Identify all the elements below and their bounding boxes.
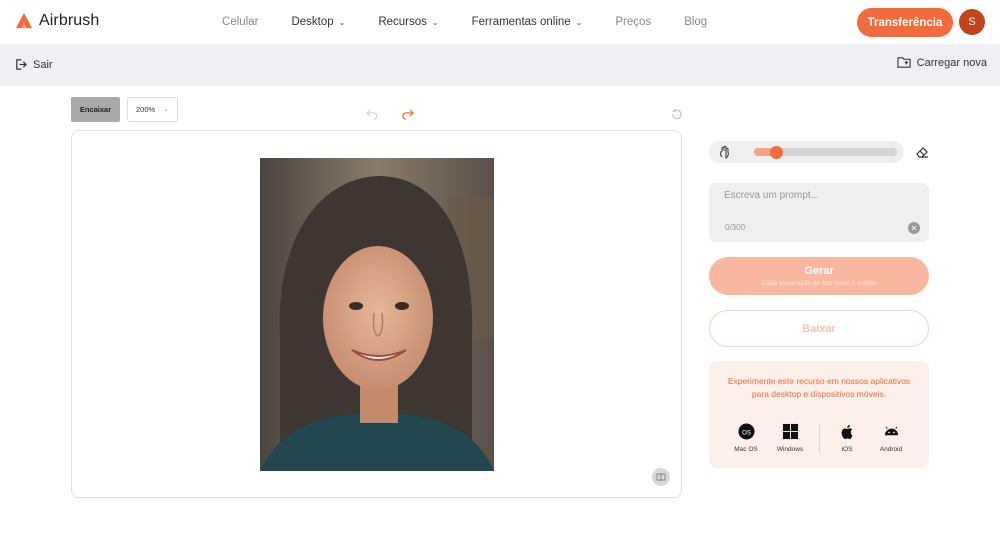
char-counter: 0/300 (725, 223, 746, 232)
android-icon (884, 426, 898, 436)
fit-button[interactable]: Encaixar (71, 97, 120, 122)
app-link-windows[interactable]: Windows (770, 423, 810, 453)
upload-new-label: Carregar nova (916, 56, 987, 69)
brush-size-control (709, 141, 904, 163)
brush-size-slider[interactable] (754, 146, 897, 159)
compare-icon (656, 473, 666, 481)
exit-label: Sair (33, 58, 53, 71)
hand-brush-icon (719, 145, 729, 159)
slider-handle[interactable] (770, 146, 783, 159)
nav-item-desktop[interactable]: Desktop ⌄ (291, 16, 345, 28)
exit-button[interactable]: Sair (14, 58, 53, 71)
nav-item-label: Ferramentas online (471, 16, 571, 28)
divider (819, 425, 820, 453)
nav-item-label: Desktop (291, 16, 334, 28)
redo-icon[interactable] (402, 108, 414, 120)
clear-prompt-icon[interactable]: ✕ (908, 222, 920, 234)
chevron-down-icon: ⌄ (575, 17, 583, 27)
nav-item-label: Recursos (378, 16, 427, 28)
apple-icon (841, 424, 853, 440)
nav-item-ferramentas-online[interactable]: Ferramentas online ⌄ (472, 16, 583, 28)
undo-icon[interactable] (366, 108, 378, 120)
promo-text: Experimente este recurso em nossos aplic… (727, 376, 911, 399)
reset-icon[interactable] (670, 108, 683, 121)
eraser-icon[interactable] (915, 145, 929, 159)
exit-icon (16, 59, 27, 70)
folder-upload-icon (897, 57, 911, 68)
nav-item-pre-os[interactable]: Preços (615, 16, 651, 28)
generate-button[interactable]: Gerar Cada exportação de foto custa 1 cr… (709, 257, 929, 295)
app-links: OS Mac OS Windows iOS Android (709, 423, 929, 457)
app-label: Mac OS (734, 446, 758, 453)
user-avatar[interactable]: S (959, 9, 985, 35)
editor-topbar: Sair Carregar nova (0, 44, 1000, 86)
zoom-select[interactable]: 200% ⌄ (127, 97, 178, 122)
uploaded-photo (260, 158, 494, 471)
generate-label: Gerar (804, 265, 834, 277)
download-app-button[interactable]: Transferência (857, 8, 953, 37)
compare-button[interactable] (652, 468, 670, 486)
nav-item-label: Blog (684, 16, 708, 28)
chevron-down-icon: ⌄ (338, 17, 346, 27)
zoom-value: 200% (136, 105, 156, 114)
download-button[interactable]: Baixar (709, 310, 929, 347)
brand-name: Airbrush (39, 12, 100, 29)
airbrush-logo-icon (15, 12, 33, 29)
macos-icon: OS (737, 423, 755, 440)
app-link-ios[interactable]: iOS (827, 423, 867, 453)
prompt-input[interactable] (724, 190, 914, 201)
brand-logo[interactable]: Airbrush (15, 12, 99, 30)
generate-credit-note: Cada exportação de foto custa 1 crédito (761, 280, 877, 287)
nav-item-blog[interactable]: Blog (684, 16, 707, 28)
app-link-macos[interactable]: OS Mac OS (726, 423, 766, 453)
app-label: Android (879, 446, 903, 453)
app-label: iOS (841, 446, 853, 453)
image-canvas[interactable] (71, 130, 682, 498)
app-promo-card: Experimente este recurso em nossos aplic… (709, 361, 929, 468)
windows-icon (782, 423, 798, 440)
svg-text:OS: OS (742, 429, 751, 436)
nav-item-celular[interactable]: Celular (222, 16, 258, 28)
nav-item-label: Celular (222, 16, 259, 28)
top-header: Airbrush Celular Desktop ⌄ Recursos ⌄ Ferrame… (0, 0, 1000, 44)
app-link-android[interactable]: Android (871, 423, 911, 453)
app-label: Windows (776, 446, 804, 453)
nav-item-recursos[interactable]: Recursos ⌄ (378, 16, 438, 28)
main-nav: Celular Desktop ⌄ Recursos ⌄ Ferramentas onli… (222, 0, 740, 44)
upload-new-button[interactable]: Carregar nova (897, 56, 987, 69)
prompt-box: 0/300 ✕ (709, 183, 929, 242)
chevron-down-icon: ⌄ (431, 17, 439, 27)
nav-item-label: Preços (615, 16, 652, 28)
portrait-image (260, 158, 494, 471)
chevron-down-icon: ⌄ (163, 107, 169, 113)
